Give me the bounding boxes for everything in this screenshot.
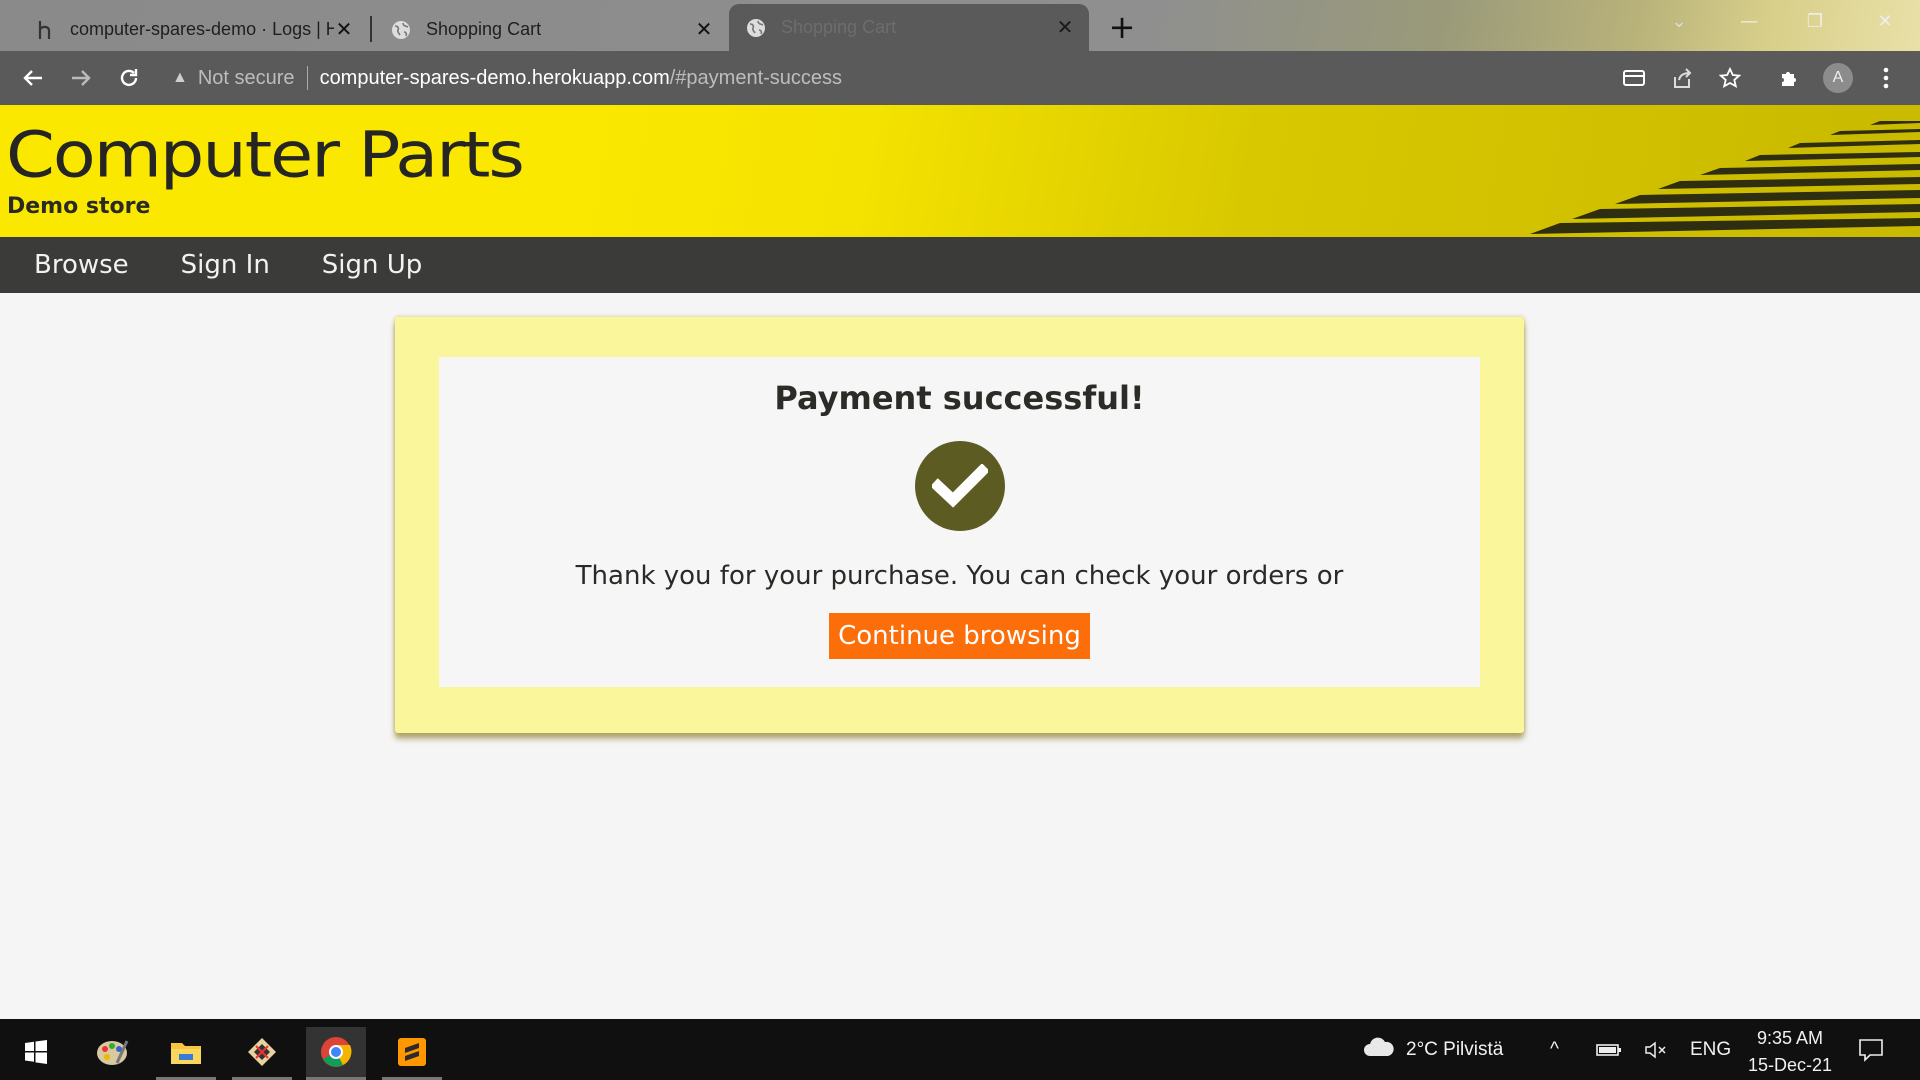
sublime-text-icon[interactable] (382, 1027, 442, 1080)
minimize-icon[interactable]: — (1720, 4, 1778, 40)
back-arrow-icon[interactable] (16, 61, 50, 95)
weather-text: 2°C Pilvistä (1406, 1038, 1504, 1060)
paint-palette-icon[interactable] (82, 1027, 142, 1077)
site-banner: Computer Parts Demo store (0, 105, 1920, 237)
notifications-icon[interactable] (1858, 1019, 1884, 1080)
close-tab-icon[interactable]: ✕ (694, 17, 714, 42)
browser-tab-heroku-logs[interactable]: computer-spares-demo · Logs | H ✕ (18, 8, 368, 51)
address-bar[interactable]: ▲ Not secure computer-spares-demo.heroku… (172, 60, 842, 96)
avatar: A (1823, 63, 1853, 93)
payment-success-card: Payment successful! Thank you for your p… (439, 357, 1480, 687)
heroku-icon (34, 19, 56, 41)
file-explorer-icon[interactable] (156, 1027, 216, 1080)
extensions-puzzle-icon[interactable] (1774, 62, 1806, 94)
reload-icon[interactable] (112, 61, 146, 95)
nav-browse-link[interactable]: Browse (34, 250, 129, 280)
close-window-icon[interactable]: ✕ (1856, 4, 1914, 40)
success-message: Thank you for your purchase. You can che… (575, 561, 1344, 591)
close-tab-icon[interactable]: ✕ (1055, 15, 1075, 40)
close-tab-icon[interactable]: ✕ (334, 17, 354, 42)
battery-icon[interactable] (1596, 1019, 1622, 1080)
site-navigation: Browse Sign In Sign Up (0, 237, 1920, 293)
payment-success-panel: Payment successful! Thank you for your p… (395, 317, 1524, 733)
check-circle-icon (914, 441, 1005, 531)
card-icon[interactable] (1618, 62, 1650, 94)
success-heading: Payment successful! (774, 379, 1145, 417)
decorative-stripes (1530, 121, 1920, 234)
browser-tab-strip: computer-spares-demo · Logs | H ✕ Shoppi… (0, 0, 1920, 51)
menu-kebab-icon[interactable] (1870, 62, 1902, 94)
tab-divider (370, 16, 372, 42)
nav-sign-up-link[interactable]: Sign Up (322, 250, 423, 280)
url-host: computer-spares-demo.herokuapp.com (319, 66, 670, 89)
input-language[interactable]: ENG (1690, 1019, 1731, 1080)
chrome-taskbar-icon[interactable] (306, 1027, 366, 1080)
tab-search-icon[interactable]: ⌄ (1650, 4, 1708, 40)
address-divider (306, 66, 308, 90)
warning-triangle-icon[interactable]: ▲ (172, 69, 188, 87)
system-clock[interactable]: 9:35 AM 15-Dec-21 (1740, 1025, 1840, 1079)
profile-avatar[interactable]: A (1822, 62, 1854, 94)
show-hidden-icons-chevron-icon[interactable]: ^ (1550, 1019, 1559, 1080)
site-logo-text[interactable]: Computer Parts (6, 118, 525, 192)
clock-date: 15-Dec-21 (1747, 1055, 1833, 1075)
new-tab-button[interactable]: + (1104, 10, 1140, 46)
forward-arrow-icon[interactable] (64, 61, 98, 95)
volume-muted-icon[interactable] (1644, 1019, 1668, 1080)
globe-icon (390, 19, 412, 41)
windows-start-icon[interactable] (6, 1027, 66, 1077)
nav-sign-in-link[interactable]: Sign In (181, 250, 270, 280)
restore-icon[interactable]: ❐ (1786, 4, 1844, 40)
snipping-tool-icon[interactable] (232, 1027, 292, 1080)
browser-tab-shopping-cart-active[interactable]: Shopping Cart ✕ (729, 4, 1089, 51)
tab-title: computer-spares-demo · Logs | H (70, 19, 334, 39)
tab-title: Shopping Cart (426, 19, 542, 39)
tab-title: Shopping Cart (781, 17, 897, 37)
url-path: /#payment-success (669, 66, 843, 89)
globe-icon (745, 17, 767, 39)
clock-time: 9:35 AM (1756, 1028, 1824, 1048)
windows-taskbar: 2°C Pilvistä ^ ENG 9:35 AM 15-Dec-21 (0, 1019, 1920, 1080)
bookmark-star-icon[interactable] (1714, 62, 1746, 94)
security-status: Not secure (197, 66, 295, 89)
browser-tab-shopping-cart[interactable]: Shopping Cart ✕ (374, 8, 728, 51)
site-tagline: Demo store (7, 194, 151, 219)
share-icon[interactable] (1666, 62, 1698, 94)
cloud-icon (1362, 1036, 1396, 1064)
weather-widget[interactable]: 2°C Pilvistä (1362, 1019, 1503, 1080)
continue-browsing-button[interactable]: Continue browsing (829, 613, 1090, 659)
